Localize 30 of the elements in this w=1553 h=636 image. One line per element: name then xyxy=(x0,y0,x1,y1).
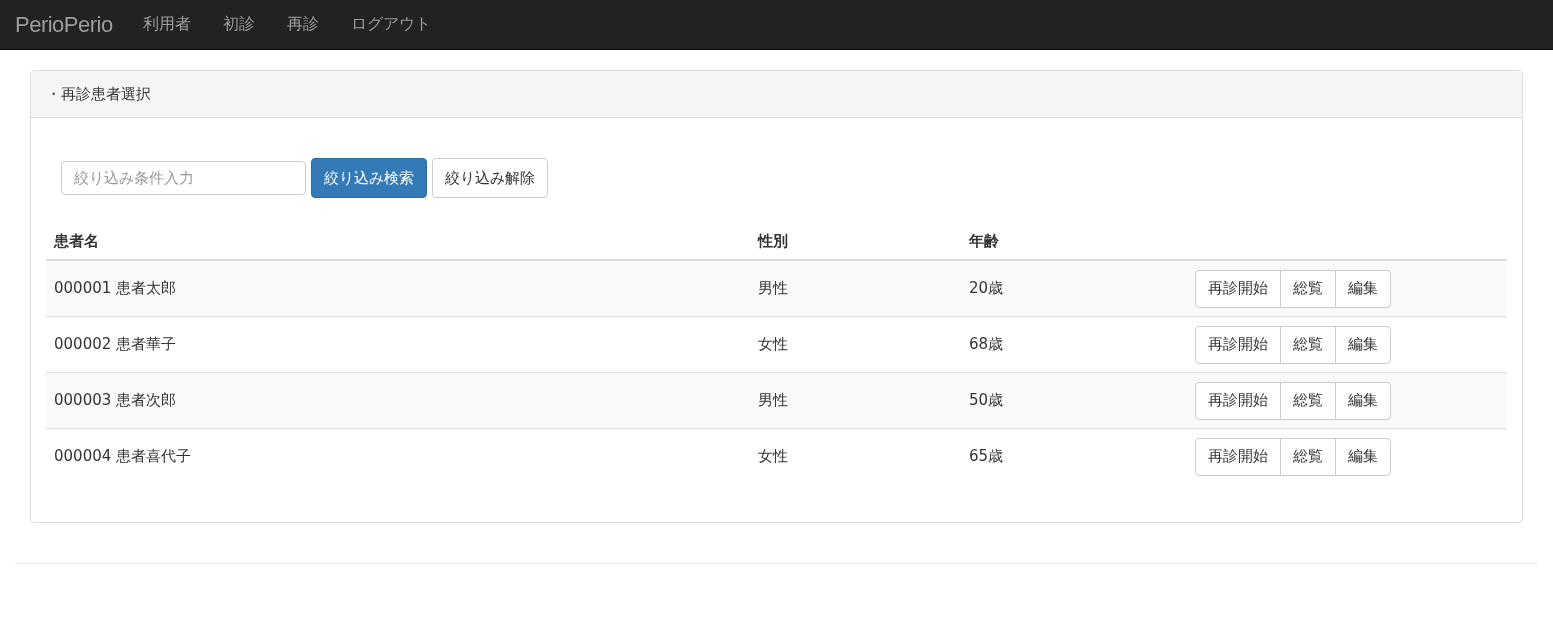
nav-link[interactable]: ログアウト xyxy=(350,14,431,35)
brand-logo[interactable]: PerioPerio xyxy=(15,11,113,38)
row-action-button[interactable]: 再診開始 xyxy=(1195,381,1281,420)
row-action-button[interactable]: 総覧 xyxy=(1280,269,1336,308)
filter-input[interactable]: 絞り込み条件入力 xyxy=(61,161,306,195)
filter-button[interactable]: 絞り込み解除 xyxy=(432,158,548,198)
table-cell: 女性 xyxy=(750,428,961,484)
table-cell: 000001 患者太郎 xyxy=(46,260,750,317)
filter-button[interactable]: 絞り込み検索 xyxy=(311,158,427,198)
row-action-button[interactable]: 編集 xyxy=(1335,325,1391,364)
row-action-button[interactable]: 編集 xyxy=(1335,381,1391,420)
row-action-button[interactable]: 編集 xyxy=(1335,269,1391,308)
row-action-button[interactable]: 編集 xyxy=(1335,437,1391,476)
row-action-button[interactable]: 総覧 xyxy=(1280,437,1336,476)
table-cell: 男性 xyxy=(750,372,961,429)
panel-title: ・再診患者選択 xyxy=(46,84,151,104)
table-cell: 20歳 xyxy=(961,260,1187,317)
nav-link[interactable]: 利用者 xyxy=(142,14,191,35)
row-action-button[interactable]: 再診開始 xyxy=(1195,437,1281,476)
row-action-button[interactable]: 総覧 xyxy=(1280,381,1336,420)
row-action-button[interactable]: 再診開始 xyxy=(1195,269,1281,308)
nav-link[interactable]: 再診 xyxy=(286,14,319,35)
table-cell: 000004 患者喜代子 xyxy=(46,428,750,484)
table-cell: 65歳 xyxy=(961,428,1187,484)
row-action-button[interactable]: 再診開始 xyxy=(1195,325,1281,364)
table-cell: 男性 xyxy=(750,260,961,317)
table-cell: 50歳 xyxy=(961,372,1187,429)
nav-link[interactable]: 初診 xyxy=(222,14,255,35)
row-action-button[interactable]: 総覧 xyxy=(1280,325,1336,364)
table-cell: 000003 患者次郎 xyxy=(46,372,750,429)
